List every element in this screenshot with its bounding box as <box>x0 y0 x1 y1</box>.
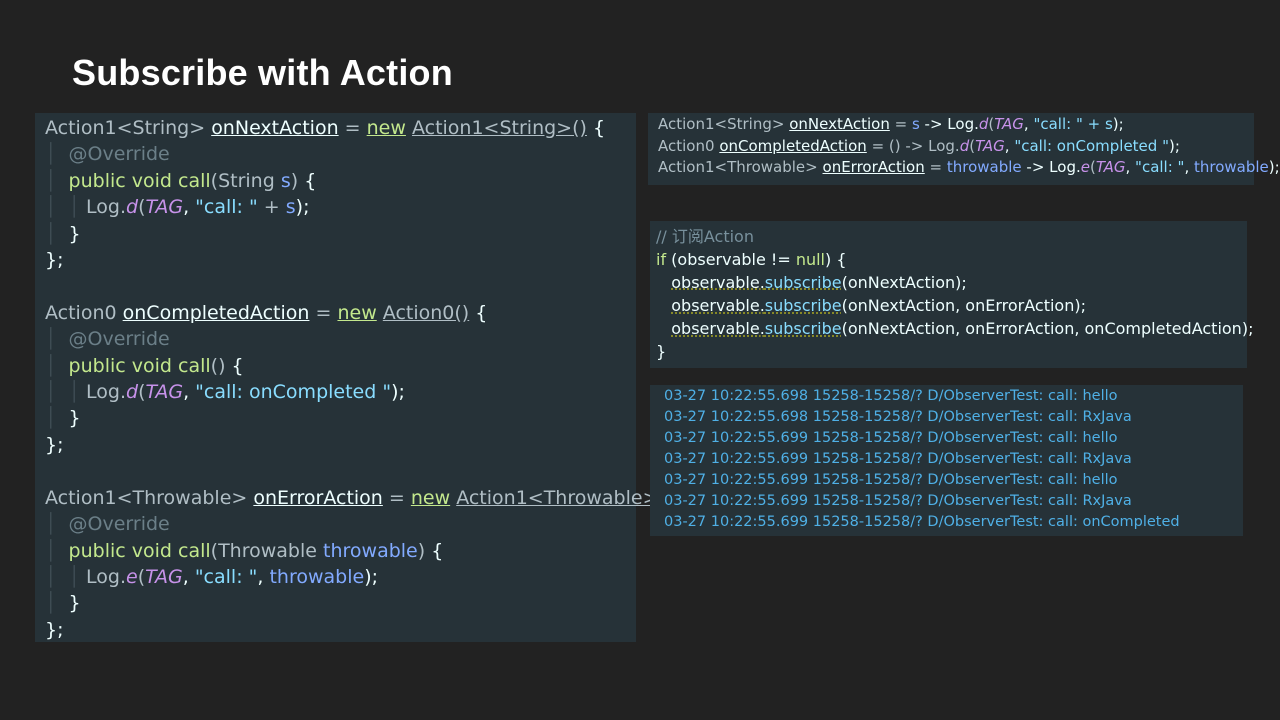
log-line: 03-27 10:22:55.699 15258-15258/? D/Obser… <box>664 451 1132 467</box>
code-line: if (observable != null) { <box>656 250 847 270</box>
code-line: Action1<String> onNextAction = s -> Log.… <box>658 115 1124 133</box>
code-line: }; <box>45 433 64 456</box>
log-line: 03-27 10:22:55.699 15258-15258/? D/Obser… <box>664 430 1118 446</box>
log-line: 03-27 10:22:55.698 15258-15258/? D/Obser… <box>664 409 1132 425</box>
code-line: │ public void call(String s) { <box>45 169 317 192</box>
code-line: │ } <box>45 222 81 245</box>
code-line: Action1<Throwable> onErrorAction = throw… <box>658 158 1280 176</box>
code-line: Action1<Throwable> onErrorAction = new A… <box>45 486 691 509</box>
code-line: Action1<String> onNextAction = new Actio… <box>45 117 606 139</box>
log-line: 03-27 10:22:55.699 15258-15258/? D/Obser… <box>664 472 1118 488</box>
code-line: }; <box>45 249 64 272</box>
log-line: 03-27 10:22:55.699 15258-15258/? D/Obser… <box>664 493 1132 509</box>
code-line: │ │ Log.d(TAG, "call: onCompleted "); <box>45 381 405 404</box>
code-line: │ @Override <box>45 143 170 166</box>
code-line: Action0 onCompletedAction = new Action0(… <box>45 301 488 324</box>
code-line: │ @Override <box>45 513 170 536</box>
code-line: │ │ Log.d(TAG, "call: " + s); <box>45 196 310 219</box>
code-line: observable.subscribe(onNextAction); <box>671 273 967 293</box>
code-line: } <box>656 342 667 362</box>
code-line: }; <box>45 618 64 641</box>
lambda-code-block: Action1<String> onNextAction = s -> Log.… <box>648 113 1280 185</box>
code-line: │ } <box>45 592 81 615</box>
code-line: Action0 onCompletedAction = () -> Log.d(… <box>658 136 1180 155</box>
code-line: │ public void call() { <box>45 354 244 377</box>
code-line: │ │ Log.e(TAG, "call: ", throwable); <box>45 565 379 588</box>
slide-title: Subscribe with Action <box>72 52 453 93</box>
logcat-output: 03-27 10:22:55.698 15258-15258/? D/Obser… <box>650 385 1243 536</box>
code-line: │ public void call(Throwable throwable) … <box>45 539 444 562</box>
code-line: │ } <box>45 407 81 430</box>
log-line: 03-27 10:22:55.698 15258-15258/? D/Obser… <box>664 388 1118 404</box>
subscribe-code-block: // 订阅Action if (observable != null) { obs… <box>650 221 1254 368</box>
code-line: │ @Override <box>45 328 170 351</box>
log-line: 03-27 10:22:55.699 15258-15258/? D/Obser… <box>664 514 1180 530</box>
code-line: // 订阅Action <box>656 227 754 246</box>
code-line: observable.subscribe(onNextAction, onErr… <box>671 319 1254 339</box>
code-line: observable.subscribe(onNextAction, onErr… <box>671 296 1086 316</box>
anonymous-class-code-block: Action1<String> onNextAction = new Actio… <box>35 113 691 642</box>
